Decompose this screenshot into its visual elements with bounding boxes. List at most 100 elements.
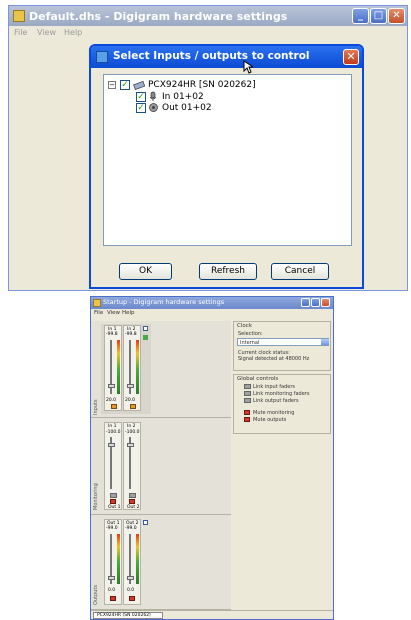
- clock-selection-label: Selection:: [238, 331, 263, 337]
- output-2-mute-button[interactable]: [129, 596, 135, 601]
- monitor-2-fader-knob[interactable]: [127, 443, 134, 447]
- mute-outputs-icon[interactable]: [244, 417, 250, 422]
- close-button[interactable]: ✕: [388, 8, 405, 24]
- monitor-2-output: Out 2: [127, 505, 140, 510]
- menu-help[interactable]: Help: [64, 28, 82, 37]
- clock-selection-dropdown[interactable]: Internal: [237, 338, 329, 346]
- link-input-faders-icon[interactable]: [244, 384, 251, 389]
- window-title: Default.dhs - Digigram hardware settings: [29, 10, 288, 23]
- outputs-section: Outputs Out 1 -99.0 0.0 Out 2 -99.0 0.0: [91, 515, 231, 610]
- refresh-button[interactable]: Refresh: [199, 263, 257, 280]
- startup-menu-help[interactable]: Help: [122, 310, 135, 316]
- chevron-down-icon[interactable]: [321, 339, 329, 345]
- global-controls-title: Global controls: [237, 376, 279, 382]
- inputs-link-icon[interactable]: [143, 335, 148, 340]
- dialog-close-button[interactable]: ✕: [343, 49, 359, 65]
- startup-window-title: Startup - Digigram hardware settings: [103, 298, 225, 306]
- global-controls-panel: Global controls Link input faders Link m…: [233, 374, 331, 434]
- ok-button[interactable]: OK: [119, 263, 172, 280]
- root-checkbox[interactable]: ✓: [120, 80, 130, 90]
- startup-window: Startup - Digigram hardware settings Fil…: [90, 296, 334, 620]
- title-bar: Default.dhs - Digigram hardware settings…: [9, 6, 407, 26]
- maximize-button[interactable]: □: [370, 8, 387, 24]
- monitor-1-name: In 1: [108, 424, 117, 429]
- monitor-1-mute-button[interactable]: [110, 493, 117, 498]
- dialog-title: Select Inputs / outputs to control: [113, 50, 310, 62]
- input-1-select-button[interactable]: [111, 404, 117, 409]
- link-monitoring-faders-icon[interactable]: [244, 391, 251, 396]
- startup-maximize-button[interactable]: [311, 298, 320, 307]
- input-2-select-button[interactable]: [130, 404, 136, 409]
- outputs-checkbox[interactable]: ✓: [136, 103, 146, 113]
- output-2-value: -99.0: [125, 526, 137, 531]
- startup-minimize-button[interactable]: [301, 298, 310, 307]
- monitoring-section-label: Monitoring: [93, 483, 99, 510]
- clock-panel: Clock Selection: Internal Current clock …: [233, 321, 331, 371]
- clock-selection-value: Internal: [240, 340, 260, 346]
- output-2-meter: [136, 534, 139, 584]
- tree-expander-icon[interactable]: −: [108, 81, 116, 89]
- monitor-2-value: -100.0: [125, 430, 140, 435]
- inputs-checkbox[interactable]: ✓: [136, 92, 146, 102]
- select-io-dialog: Select Inputs / outputs to control ✕ − ✓…: [89, 44, 364, 289]
- input-strip-1: In 1 -99.8 20.0: [104, 325, 122, 411]
- monitor-1-red-button[interactable]: [110, 499, 116, 504]
- tree-item-outputs-label: Out 01+02: [162, 103, 212, 113]
- menu-bar: File View Help: [9, 26, 407, 40]
- startup-menu-file[interactable]: File: [94, 310, 103, 316]
- device-tab[interactable]: PCX924HR (SN 020262): [93, 612, 163, 619]
- main-window: Default.dhs - Digigram hardware settings…: [8, 5, 408, 291]
- output-1-mute-button[interactable]: [110, 596, 116, 601]
- link-output-faders-icon[interactable]: [244, 398, 251, 403]
- device-tab-label: PCX924HR (SN 020262): [97, 613, 151, 618]
- monitoring-section: Monitoring In 1 -100.0 Out 1 In 2 -100.0…: [91, 418, 231, 515]
- outputs-options-icon[interactable]: [143, 520, 148, 525]
- output-1-fader-knob[interactable]: [108, 576, 115, 580]
- device-tree: − ✓ PCX924HR [SN 020262] ✓ In 01+02 ✓ Ou…: [103, 74, 352, 246]
- output-2-fader-knob[interactable]: [127, 576, 134, 580]
- input-strip-2: In 2 -99.8 20.0: [123, 325, 141, 411]
- output-1-meter: [117, 534, 120, 584]
- minimize-button[interactable]: _: [352, 8, 369, 24]
- tree-root-label: PCX924HR [SN 020262]: [148, 80, 256, 90]
- inputs-options-icon[interactable]: [143, 326, 148, 331]
- mute-monitoring-label: Mute monitoring: [253, 410, 295, 416]
- startup-title-bar: Startup - Digigram hardware settings: [91, 297, 333, 309]
- input-2-meter: [136, 340, 139, 394]
- monitor-strip-2: In 2 -100.0 Out 2: [123, 422, 141, 510]
- monitor-2-mute-button[interactable]: [129, 493, 136, 498]
- clock-status-value: Signal detected at 48000 Hz: [238, 356, 310, 362]
- microphone-icon: [149, 91, 157, 101]
- dialog-title-bar: Select Inputs / outputs to control ✕: [91, 46, 362, 68]
- input-1-gain: -99.8: [106, 332, 118, 337]
- inputs-section-label: Inputs: [93, 399, 99, 415]
- output-2-level: 0.0: [127, 588, 135, 593]
- input-2-value: 20.0: [125, 398, 136, 403]
- menu-view[interactable]: View: [37, 28, 56, 37]
- monitor-strip-1: In 1 -100.0 Out 1: [104, 422, 122, 510]
- mouse-cursor-icon: [243, 60, 253, 74]
- app-icon: [13, 10, 25, 22]
- dialog-icon: [96, 51, 108, 63]
- output-1-value: -99.0: [106, 526, 118, 531]
- monitor-2-name: In 2: [127, 424, 136, 429]
- startup-menu-view[interactable]: View: [107, 310, 120, 316]
- monitor-1-fader-knob[interactable]: [108, 443, 115, 447]
- output-strip-1: Out 1 -99.0 0.0: [104, 519, 122, 605]
- outputs-section-label: Outputs: [93, 585, 99, 605]
- link-monitoring-faders-label: Link monitoring faders: [253, 391, 310, 397]
- cancel-button[interactable]: Cancel: [271, 263, 329, 280]
- monitor-2-red-button[interactable]: [129, 499, 135, 504]
- startup-app-icon: [93, 299, 101, 307]
- speaker-icon: [149, 103, 158, 112]
- monitor-1-value: -100.0: [106, 430, 121, 435]
- input-1-fader-knob[interactable]: [108, 384, 115, 388]
- mute-monitoring-icon[interactable]: [244, 410, 250, 415]
- startup-close-button[interactable]: [321, 298, 330, 307]
- menu-file[interactable]: File: [14, 28, 27, 37]
- soundcard-icon: [133, 80, 145, 90]
- input-1-meter: [117, 340, 120, 394]
- output-strip-2: Out 2 -99.0 0.0: [123, 519, 141, 605]
- output-1-level: 0.0: [108, 588, 116, 593]
- input-2-fader-knob[interactable]: [127, 384, 134, 388]
